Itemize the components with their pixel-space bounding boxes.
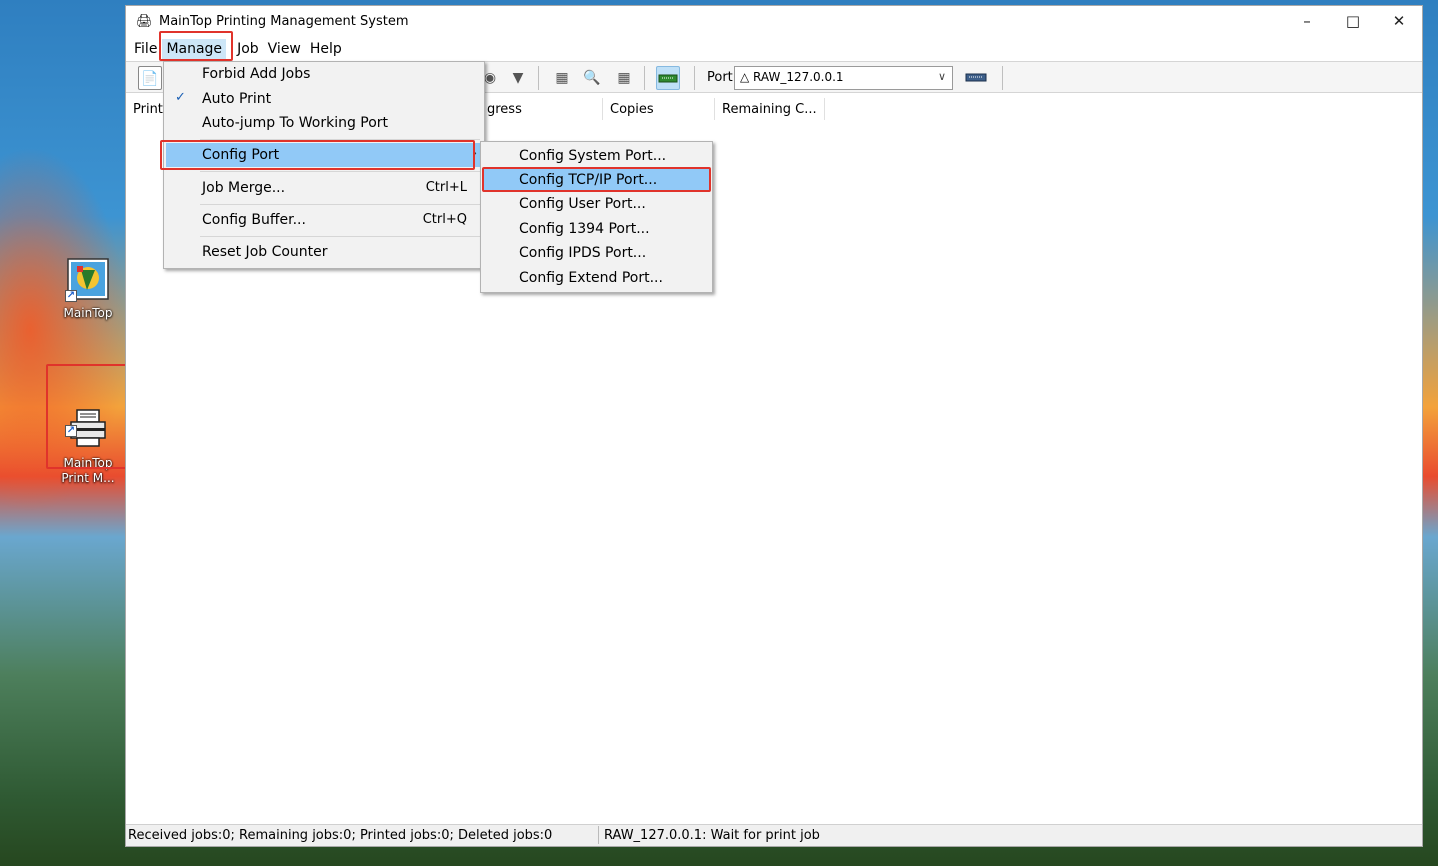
toolbar-separator <box>538 66 539 90</box>
port-select-value: △ RAW_127.0.0.1 <box>740 70 844 84</box>
shortcut-arrow-icon: ↗ <box>65 425 77 437</box>
settings-panel-icon[interactable]: ▦ <box>612 66 636 90</box>
grid-icon[interactable]: ▦ <box>550 66 574 90</box>
config-port-submenu: Config System Port... Config TCP/IP Port… <box>480 141 713 293</box>
menu-item-label: Reset Job Counter <box>202 244 328 260</box>
close-button[interactable]: ✕ <box>1376 6 1422 36</box>
menu-item-reset-job-counter[interactable]: Reset Job Counter <box>166 240 482 264</box>
shortcut-arrow-icon: ↗ <box>65 290 77 302</box>
menu-item-auto-print[interactable]: ✓ Auto Print <box>166 87 482 111</box>
menu-file[interactable]: File <box>130 39 161 59</box>
menu-separator <box>200 171 480 172</box>
printer-icon: 🖨 <box>136 14 153 29</box>
chevron-down-icon: ∨ <box>937 70 946 83</box>
status-divider <box>598 826 599 844</box>
download-icon[interactable]: ▼ <box>506 66 530 90</box>
maintop-app-icon: ↗ <box>65 256 111 302</box>
menu-item-label: Config TCP/IP Port... <box>519 172 658 188</box>
port-status-icon[interactable] <box>964 66 988 90</box>
menu-item-config-port[interactable]: Config Port › <box>166 143 482 167</box>
status-port-state: RAW_127.0.0.1: Wait for print job <box>604 828 820 843</box>
column-header-remaining[interactable]: Remaining C... <box>722 102 817 117</box>
submenu-arrow-icon: › <box>472 146 477 160</box>
maximize-button[interactable]: □ <box>1330 6 1376 36</box>
submenu-item-config-user-port[interactable]: Config User Port... <box>483 192 710 216</box>
column-divider[interactable] <box>602 98 603 120</box>
menu-item-label: Auto-jump To Working Port <box>202 115 389 131</box>
status-bar: Received jobs:0; Remaining jobs:0; Print… <box>126 824 1422 846</box>
menu-item-label: Config IPDS Port... <box>519 245 647 261</box>
menu-item-label: Config User Port... <box>519 196 646 212</box>
maintop-print-manager-icon: ↗ <box>65 391 111 447</box>
menu-separator <box>200 204 480 205</box>
menu-item-shortcut: Ctrl+Q <box>422 212 467 227</box>
column-divider[interactable] <box>714 98 715 120</box>
status-job-counts: Received jobs:0; Remaining jobs:0; Print… <box>128 828 553 843</box>
menu-item-label: Auto Print <box>202 91 272 107</box>
menu-separator <box>200 236 480 237</box>
menu-item-job-merge[interactable]: Job Merge... Ctrl+L <box>166 176 482 200</box>
title-bar[interactable]: 🖨 MainTop Printing Management System – □… <box>126 6 1422 36</box>
menu-bar: File Manage Job View Help <box>126 39 347 61</box>
window-title: MainTop Printing Management System <box>159 14 409 29</box>
submenu-item-config-ipds-port[interactable]: Config IPDS Port... <box>483 241 710 265</box>
preview-icon[interactable]: 🔍 <box>580 66 604 90</box>
desktop-icon-maintop[interactable]: ↗ MainTop <box>52 256 124 321</box>
job-properties-icon[interactable]: 📄 <box>138 66 162 90</box>
column-header-progress[interactable]: gress <box>487 102 522 117</box>
column-header-copies[interactable]: Copies <box>610 102 654 117</box>
menu-manage[interactable]: Manage <box>162 39 227 59</box>
desktop-icon-label: MainTop Print M... <box>61 456 115 485</box>
menu-item-label: Config System Port... <box>519 148 667 164</box>
port-label: Port: <box>707 70 738 85</box>
menu-item-label: Config Buffer... <box>202 212 306 228</box>
menu-item-label: Config 1394 Port... <box>519 221 650 237</box>
checkmark-icon: ✓ <box>175 90 186 105</box>
menu-item-shortcut: Ctrl+L <box>425 180 467 195</box>
desktop-icon-label: MainTop <box>63 306 113 320</box>
minimize-button[interactable]: – <box>1284 6 1330 36</box>
menu-item-label: Config Port <box>202 147 280 163</box>
submenu-item-config-extend-port[interactable]: Config Extend Port... <box>483 266 710 290</box>
submenu-item-config-tcpip-port[interactable]: Config TCP/IP Port... <box>483 168 710 192</box>
menu-item-config-buffer[interactable]: Config Buffer... Ctrl+Q <box>166 208 482 232</box>
menu-job[interactable]: Job <box>233 39 263 59</box>
menu-item-label: Job Merge... <box>202 180 286 196</box>
manage-menu: Forbid Add Jobs ✓ Auto Print Auto-jump T… <box>163 61 485 269</box>
toolbar-separator <box>694 66 695 90</box>
column-divider[interactable] <box>824 98 825 120</box>
menu-item-label: Config Extend Port... <box>519 270 663 286</box>
menu-item-forbid-add-jobs[interactable]: Forbid Add Jobs <box>166 62 482 86</box>
desktop-icon-maintop-print-manager[interactable]: ↗ MainTop Print M... <box>52 376 124 501</box>
submenu-item-config-1394-port[interactable]: Config 1394 Port... <box>483 217 710 241</box>
menu-view[interactable]: View <box>264 39 305 59</box>
port-device-icon[interactable] <box>656 66 680 90</box>
port-select[interactable]: △ RAW_127.0.0.1 ∨ <box>734 66 953 90</box>
submenu-item-config-system-port[interactable]: Config System Port... <box>483 144 710 168</box>
column-header-print[interactable]: Print <box>133 102 163 117</box>
menu-item-auto-jump[interactable]: Auto-jump To Working Port <box>166 111 482 135</box>
toolbar-separator <box>1002 66 1003 90</box>
menu-item-label: Forbid Add Jobs <box>202 66 311 82</box>
toolbar-separator <box>644 66 645 90</box>
menu-separator <box>200 139 480 140</box>
menu-help[interactable]: Help <box>306 39 346 59</box>
